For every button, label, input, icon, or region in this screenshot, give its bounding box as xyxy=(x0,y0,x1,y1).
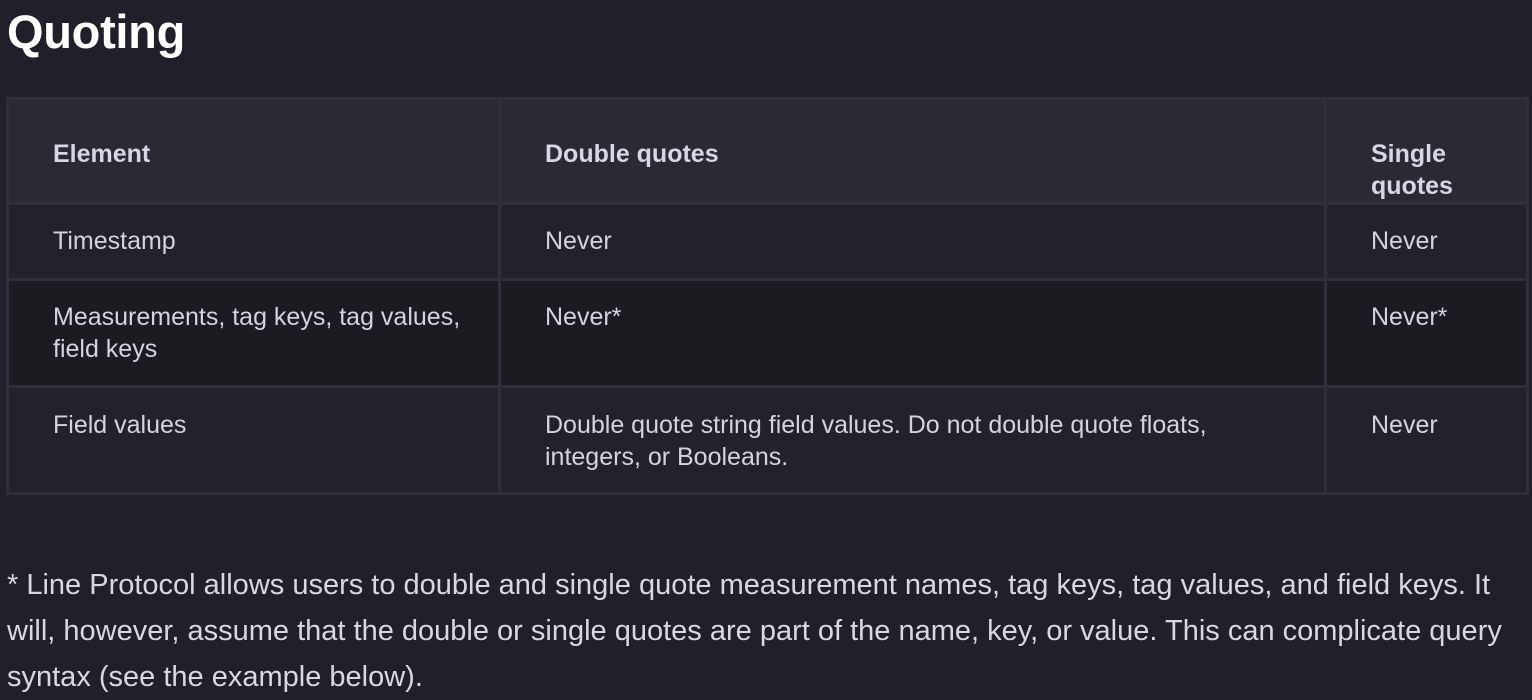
table-cell-single-quotes: Never* xyxy=(1324,278,1529,388)
table-row: Field values Double quote string field v… xyxy=(6,385,1529,495)
footnote: * Line Protocol allows users to double a… xyxy=(7,569,1502,693)
table-cell-element: Measurements, tag keys, tag values, fiel… xyxy=(6,278,501,388)
table-cell-element: Timestamp xyxy=(6,202,501,281)
table-row: Timestamp Never Never xyxy=(6,202,1529,281)
table-header-row: Element Double quotes Single quotes xyxy=(6,97,1529,205)
quoting-table: Element Double quotes Single quotes Time… xyxy=(6,97,1529,495)
table-cell-single-quotes: Never xyxy=(1324,202,1529,281)
column-header-single-quotes: Single quotes xyxy=(1324,97,1529,205)
column-header-element: Element xyxy=(6,97,501,205)
table-cell-single-quotes: Never xyxy=(1324,385,1529,495)
table-cell-double-quotes: Never* xyxy=(498,278,1327,388)
table-row: Measurements, tag keys, tag values, fiel… xyxy=(6,278,1529,388)
page-title: Quoting xyxy=(7,5,186,58)
table-cell-double-quotes: Double quote string field values. Do not… xyxy=(498,385,1327,495)
table-cell-double-quotes: Never xyxy=(498,202,1327,281)
table-cell-element: Field values xyxy=(6,385,501,495)
column-header-double-quotes: Double quotes xyxy=(498,97,1327,205)
